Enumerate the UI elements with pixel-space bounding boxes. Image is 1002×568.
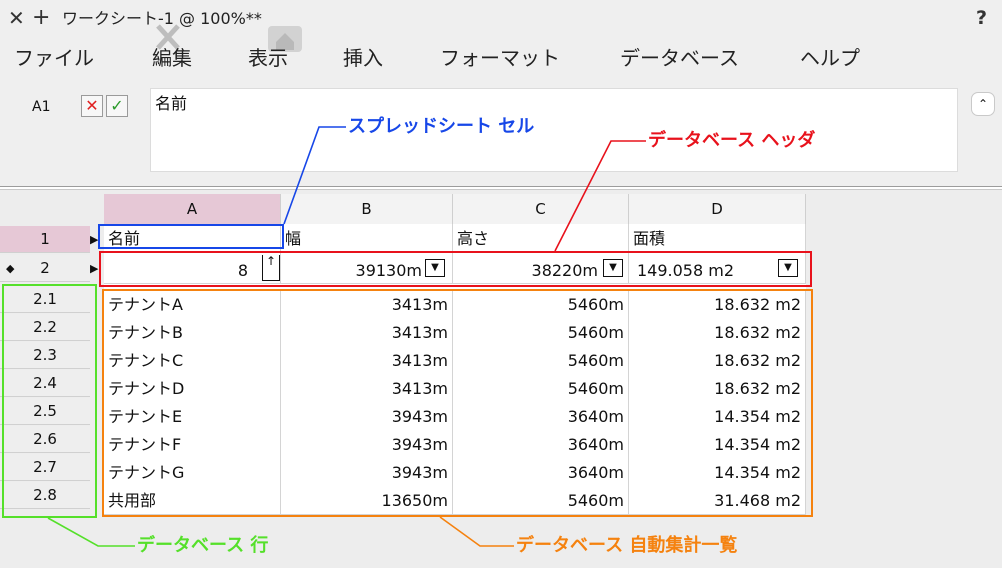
annotation-database-header: データベース ヘッダ xyxy=(648,130,816,151)
annotation-database-row: データベース 行 xyxy=(137,535,269,556)
annotation-database-summary: データベース 自動集計一覧 xyxy=(516,535,738,556)
annotation-leaders xyxy=(47,126,646,547)
annotation-spreadsheet-cell: スプレッドシート セル xyxy=(348,116,535,137)
